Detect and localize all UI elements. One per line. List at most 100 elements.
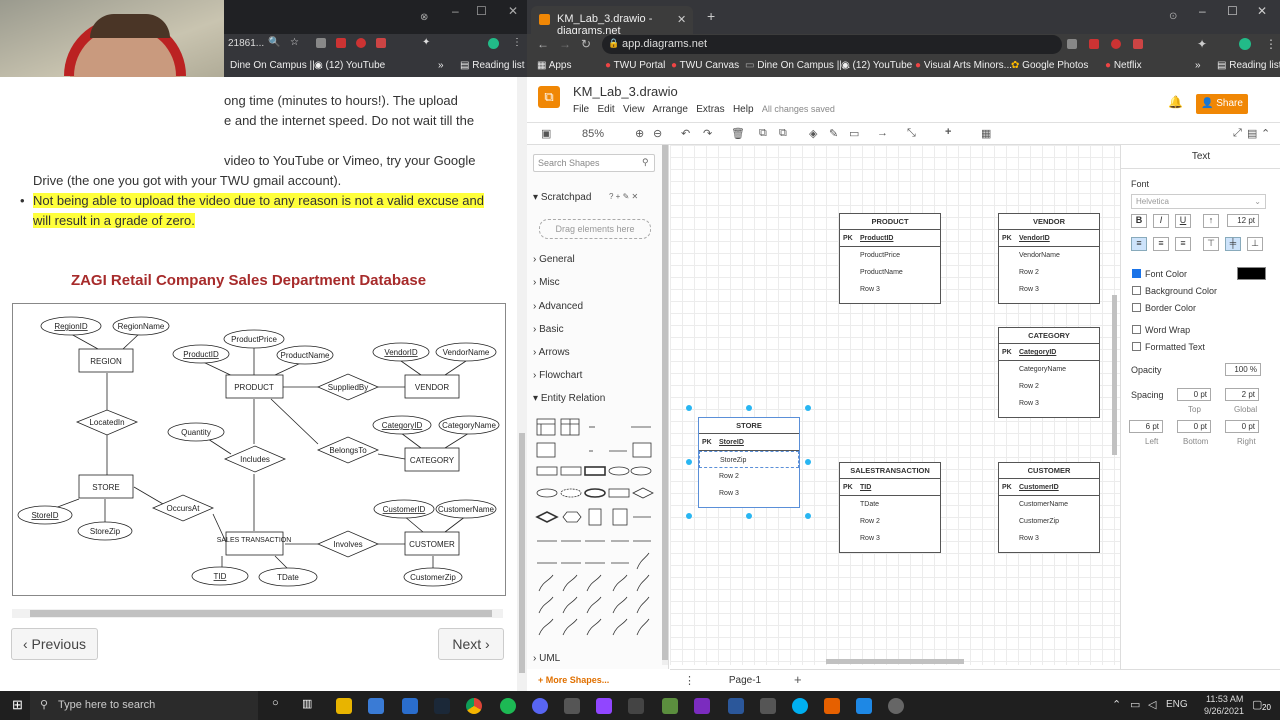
table-row[interactable]: Row 3	[840, 281, 940, 298]
background-color-checkbox[interactable]	[1132, 286, 1141, 295]
opacity-input[interactable]: 100 %	[1225, 363, 1261, 376]
zoom-in-icon[interactable]: ⊕	[635, 127, 644, 140]
clock-date[interactable]: 9/26/2021	[1204, 706, 1244, 716]
cortana-icon[interactable]: ○	[272, 697, 279, 709]
section-general[interactable]: › General	[533, 254, 575, 265]
underline-button[interactable]: U	[1175, 214, 1191, 228]
menu-icon[interactable]: ⋮	[1265, 37, 1277, 51]
fullscreen-icon[interactable]: ⤢	[1233, 127, 1242, 140]
scratchpad-dropzone[interactable]: Drag elements here	[539, 219, 651, 239]
spacing-left-input[interactable]: 6 pt	[1129, 420, 1163, 433]
menu-view[interactable]: View	[623, 104, 645, 115]
gamepad-icon[interactable]	[628, 698, 644, 714]
skype-icon[interactable]	[792, 698, 808, 714]
shadow-icon[interactable]: ▭	[849, 127, 859, 140]
task-view-icon[interactable]: ▥	[302, 697, 312, 710]
pk-row[interactable]: PK VendorID	[999, 230, 1099, 247]
apps-bookmark[interactable]: ▦ Apps	[537, 60, 571, 71]
network-icon[interactable]: ▭	[1130, 698, 1140, 711]
extension-icon[interactable]	[1067, 39, 1077, 49]
more-shapes-button[interactable]: + More Shapes...	[538, 675, 609, 685]
chrome-icon[interactable]	[466, 698, 482, 714]
pk-row[interactable]: PK TID	[840, 479, 940, 496]
page-tab[interactable]: Page-1	[700, 670, 790, 691]
spacing-top-input[interactable]: 0 pt	[1177, 388, 1211, 401]
spacing-global-input[interactable]: 2 pt	[1225, 388, 1259, 401]
reading-list[interactable]: ▤ Reading list	[460, 60, 525, 71]
diagram-canvas[interactable]: PRODUCT PK ProductID ProductPrice Product…	[670, 145, 1120, 665]
close-icon[interactable]: ✕	[1257, 4, 1267, 18]
pk-row[interactable]: PK ProductID	[840, 230, 940, 247]
reading-list[interactable]: ▤ Reading list	[1217, 60, 1280, 71]
zoom-icon[interactable]: 🔍	[268, 37, 280, 48]
selection-handle[interactable]	[686, 405, 692, 411]
mail-icon[interactable]	[402, 698, 418, 714]
border-color-checkbox[interactable]	[1132, 303, 1141, 312]
avatar[interactable]	[1239, 38, 1251, 50]
scrollbar-thumb[interactable]	[662, 145, 668, 660]
scrollbar-thumb[interactable]	[519, 433, 525, 673]
table-row[interactable]: CategoryName	[999, 361, 1099, 378]
tab-text[interactable]: Text	[1121, 145, 1280, 169]
table-row[interactable]: Row 3	[999, 530, 1099, 547]
table-product[interactable]: PRODUCT PK ProductID ProductPrice Product…	[839, 213, 941, 304]
section-misc[interactable]: › Misc	[533, 277, 560, 288]
align-bottom-button[interactable]: ⊥	[1247, 237, 1263, 251]
url-bar[interactable]: 🔒 app.diagrams.net	[602, 35, 1062, 54]
font-select[interactable]: Helvetica ⌄	[1131, 194, 1266, 209]
maximize-icon[interactable]: ☐	[476, 4, 487, 18]
bookmark-item[interactable]: ● Visual Arts Minors...	[915, 60, 1012, 71]
shapes-scrollbar[interactable]	[662, 145, 668, 665]
align-top-button[interactable]: ⊤	[1203, 237, 1219, 251]
table-row[interactable]: Row 2	[999, 378, 1099, 395]
selection-handle[interactable]	[686, 513, 692, 519]
notification-bell-icon[interactable]: 🔔	[1168, 95, 1183, 109]
menu-file[interactable]: File	[573, 104, 589, 115]
scratchpad-header[interactable]: ▾ Scratchpad	[533, 192, 591, 203]
clock-time[interactable]: 11:53 AM	[1206, 694, 1243, 704]
puzzle-icon[interactable]: ✦	[1197, 37, 1207, 51]
selection-handle[interactable]	[805, 459, 811, 465]
waypoints-icon[interactable]: ⤡	[907, 127, 916, 140]
font-color-checkbox[interactable]	[1132, 269, 1141, 278]
insert-icon[interactable]: +	[945, 126, 951, 138]
font-size-input[interactable]: 12 pt	[1227, 214, 1259, 227]
extension-icon[interactable]	[356, 38, 366, 48]
chevron-right-icon[interactable]: »	[438, 60, 444, 71]
app-icon[interactable]	[564, 698, 580, 714]
table-row[interactable]: VendorName	[999, 247, 1099, 264]
extension-icon[interactable]	[316, 38, 326, 48]
table-row[interactable]: Row 3	[999, 281, 1099, 298]
section-arrows[interactable]: › Arrows	[533, 347, 570, 358]
line-color-icon[interactable]: ✎	[829, 127, 838, 140]
left-address-bar[interactable]: 21861... 🔍 ☆ ✦ ⋮	[224, 34, 527, 56]
section-uml[interactable]: › UML	[533, 653, 560, 664]
zoom-out-icon[interactable]: ⊖	[653, 127, 662, 140]
italic-button[interactable]: I	[1153, 214, 1169, 228]
maximize-icon[interactable]: ☐	[1227, 4, 1238, 18]
spacing-right-input[interactable]: 0 pt	[1225, 420, 1259, 433]
obs-icon[interactable]	[888, 698, 904, 714]
panel-toggle-icon[interactable]: ▣	[541, 127, 551, 140]
tab-close-icon[interactable]: ⊗	[420, 12, 428, 23]
section-flowchart[interactable]: › Flowchart	[533, 370, 582, 381]
table-row[interactable]: Row 2	[840, 513, 940, 530]
taskbar-search-box[interactable]: ⚲ Type here to search	[30, 691, 258, 720]
scrollbar-thumb[interactable]	[30, 610, 492, 617]
share-button[interactable]: 👤 Share	[1196, 94, 1248, 114]
table-row[interactable]: Row 3	[699, 485, 799, 502]
word-wrap-checkbox[interactable]	[1132, 325, 1141, 334]
redo-icon[interactable]: ↷	[703, 127, 712, 140]
avatar[interactable]	[488, 38, 499, 49]
entity-relation-shapes[interactable]	[533, 413, 657, 645]
format-panel-icon[interactable]: ▤	[1247, 127, 1257, 140]
selection-handle[interactable]	[686, 459, 692, 465]
table-row[interactable]: Row 3	[999, 395, 1099, 412]
font-color-swatch[interactable]	[1237, 267, 1266, 280]
table-row[interactable]: ProductName	[840, 264, 940, 281]
selection-handle[interactable]	[746, 405, 752, 411]
chevron-right-icon[interactable]: »	[1195, 60, 1201, 71]
adblock-icon[interactable]	[1133, 39, 1143, 49]
formatted-text-checkbox[interactable]	[1132, 342, 1141, 351]
pk-row[interactable]: PK CustomerID	[999, 479, 1099, 496]
